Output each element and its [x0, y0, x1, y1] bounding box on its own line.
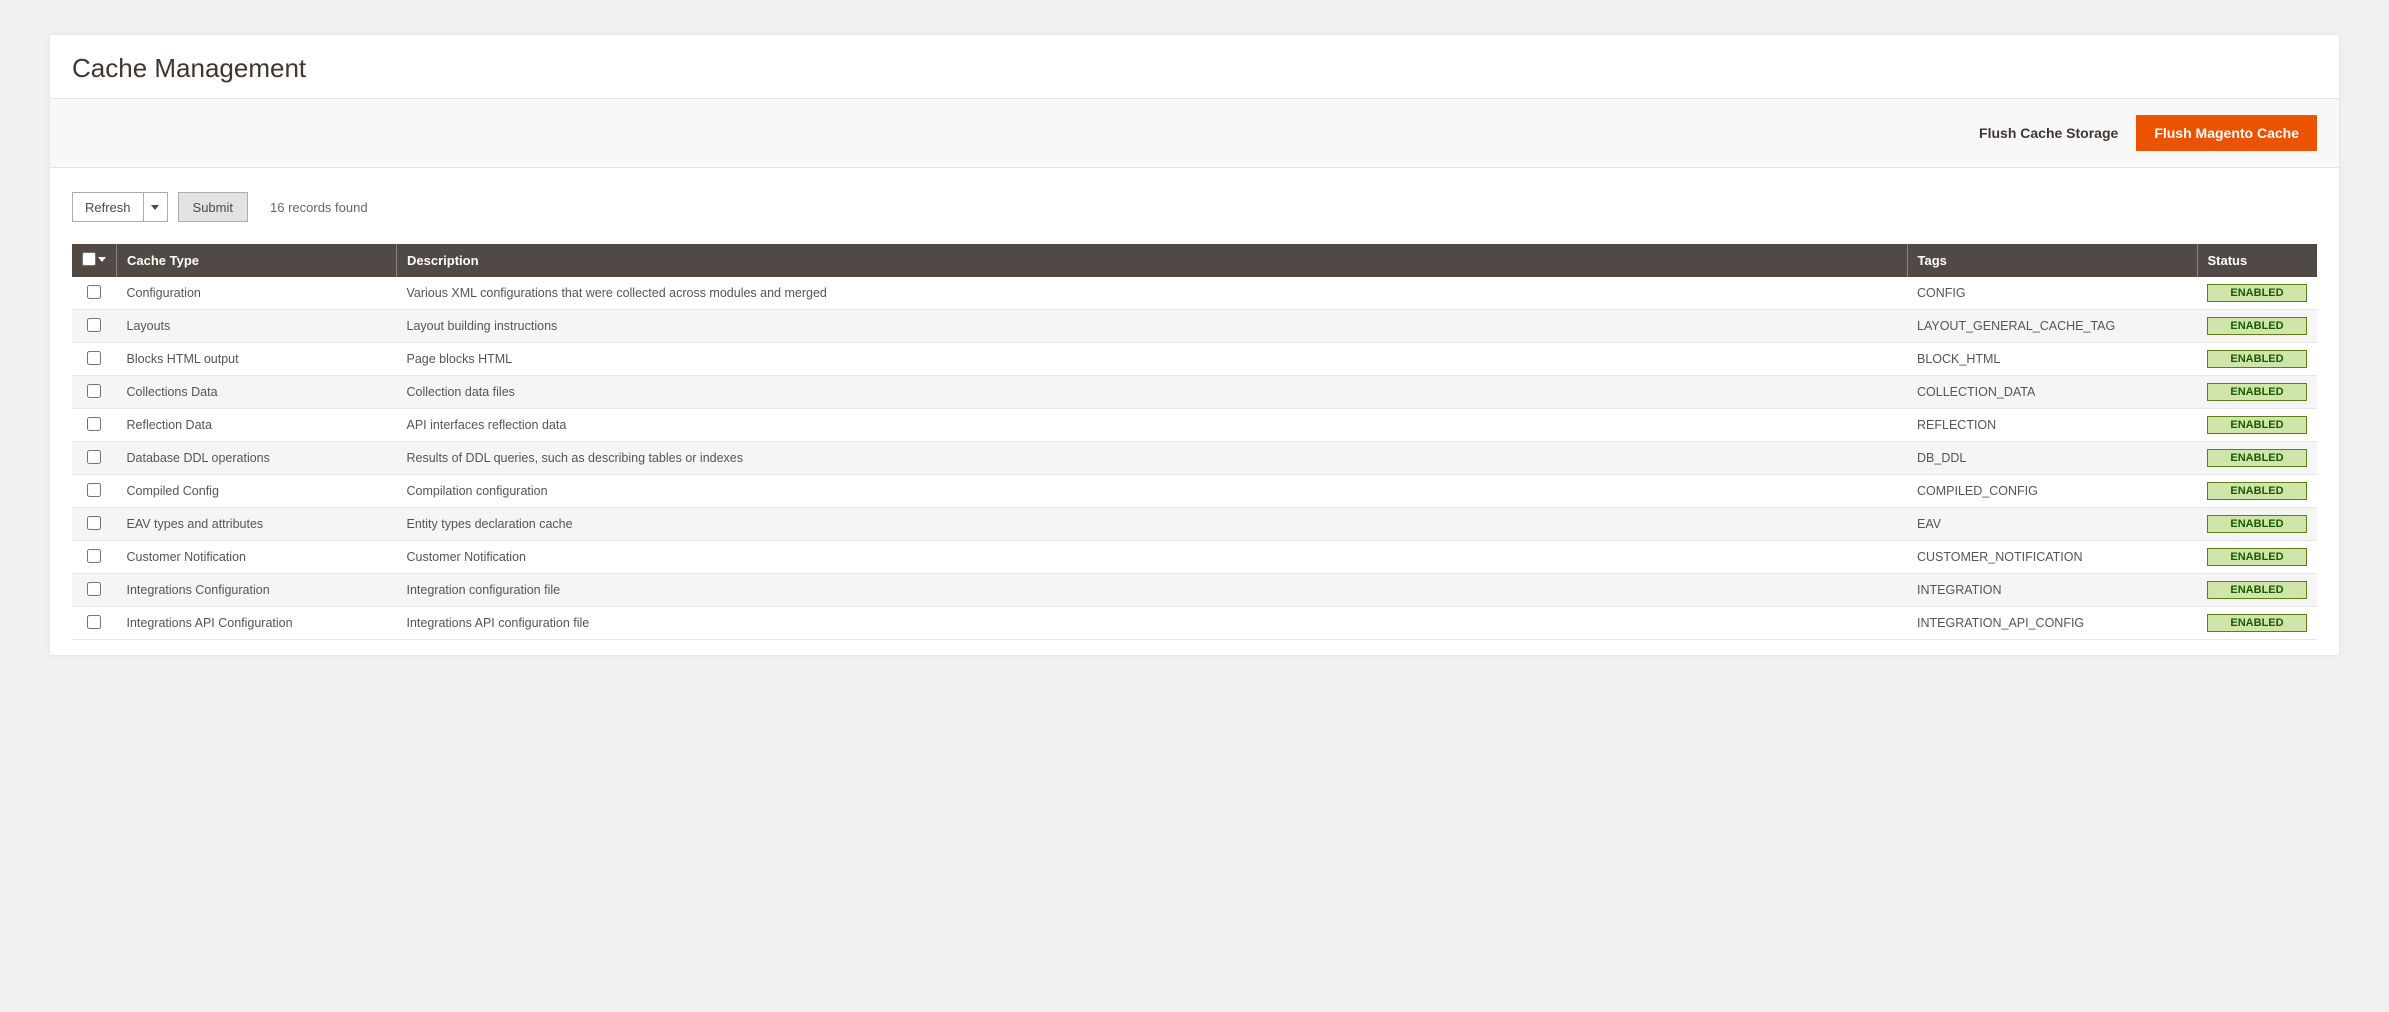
- status-badge: ENABLED: [2207, 548, 2307, 566]
- status-badge: ENABLED: [2207, 449, 2307, 467]
- cell-cache-type: Compiled Config: [117, 475, 397, 508]
- table-row: Collections DataCollection data filesCOL…: [72, 376, 2317, 409]
- table-row: Database DDL operationsResults of DDL qu…: [72, 442, 2317, 475]
- status-badge: ENABLED: [2207, 482, 2307, 500]
- header-tags[interactable]: Tags: [1907, 244, 2197, 277]
- cache-grid: Cache Type Description Tags Status Confi…: [72, 244, 2317, 640]
- page-title: Cache Management: [50, 35, 2339, 98]
- mass-action-value[interactable]: Refresh: [72, 192, 144, 222]
- row-checkbox[interactable]: [87, 417, 101, 431]
- header-checkbox-col: [72, 244, 117, 277]
- cell-cache-type: Customer Notification: [117, 541, 397, 574]
- cell-cache-type: Integrations API Configuration: [117, 607, 397, 640]
- row-checkbox[interactable]: [87, 483, 101, 497]
- cell-description: Compilation configuration: [397, 475, 1908, 508]
- cell-description: Various XML configurations that were col…: [397, 277, 1908, 310]
- status-badge: ENABLED: [2207, 350, 2307, 368]
- table-row: EAV types and attributesEntity types dec…: [72, 508, 2317, 541]
- flush-cache-storage-button[interactable]: Flush Cache Storage: [1979, 125, 2118, 141]
- page-card: Cache Management Flush Cache Storage Flu…: [50, 35, 2339, 655]
- cell-tags: REFLECTION: [1907, 409, 2197, 442]
- cell-status: ENABLED: [2197, 574, 2317, 607]
- cell-status: ENABLED: [2197, 376, 2317, 409]
- cell-status: ENABLED: [2197, 409, 2317, 442]
- status-badge: ENABLED: [2207, 284, 2307, 302]
- status-badge: ENABLED: [2207, 317, 2307, 335]
- cell-status: ENABLED: [2197, 475, 2317, 508]
- row-checkbox[interactable]: [87, 285, 101, 299]
- cell-description: Integration configuration file: [397, 574, 1908, 607]
- cell-description: Integrations API configuration file: [397, 607, 1908, 640]
- table-row: Integrations ConfigurationIntegration co…: [72, 574, 2317, 607]
- row-checkbox[interactable]: [87, 615, 101, 629]
- select-all-checkbox[interactable]: [82, 252, 96, 266]
- table-row: Integrations API ConfigurationIntegratio…: [72, 607, 2317, 640]
- cell-tags: LAYOUT_GENERAL_CACHE_TAG: [1907, 310, 2197, 343]
- cell-tags: INTEGRATION_API_CONFIG: [1907, 607, 2197, 640]
- chevron-down-icon[interactable]: [144, 192, 168, 222]
- cell-status: ENABLED: [2197, 508, 2317, 541]
- cell-status: ENABLED: [2197, 310, 2317, 343]
- cell-status: ENABLED: [2197, 541, 2317, 574]
- cell-cache-type: EAV types and attributes: [117, 508, 397, 541]
- table-row: Customer NotificationCustomer Notificati…: [72, 541, 2317, 574]
- chevron-down-icon[interactable]: [98, 257, 106, 262]
- cell-cache-type: Configuration: [117, 277, 397, 310]
- cell-tags: EAV: [1907, 508, 2197, 541]
- status-badge: ENABLED: [2207, 581, 2307, 599]
- row-checkbox[interactable]: [87, 516, 101, 530]
- cell-description: Entity types declaration cache: [397, 508, 1908, 541]
- table-row: LayoutsLayout building instructionsLAYOU…: [72, 310, 2317, 343]
- header-status[interactable]: Status: [2197, 244, 2317, 277]
- flush-magento-cache-button[interactable]: Flush Magento Cache: [2136, 115, 2317, 151]
- status-badge: ENABLED: [2207, 383, 2307, 401]
- cell-tags: CUSTOMER_NOTIFICATION: [1907, 541, 2197, 574]
- cell-cache-type: Database DDL operations: [117, 442, 397, 475]
- action-bar: Flush Cache Storage Flush Magento Cache: [50, 98, 2339, 168]
- table-row: Blocks HTML outputPage blocks HTMLBLOCK_…: [72, 343, 2317, 376]
- row-checkbox[interactable]: [87, 582, 101, 596]
- records-found-label: 16 records found: [270, 200, 368, 215]
- row-checkbox[interactable]: [87, 351, 101, 365]
- cell-cache-type: Layouts: [117, 310, 397, 343]
- cell-status: ENABLED: [2197, 343, 2317, 376]
- cell-cache-type: Integrations Configuration: [117, 574, 397, 607]
- cell-description: Collection data files: [397, 376, 1908, 409]
- table-row: Compiled ConfigCompilation configuration…: [72, 475, 2317, 508]
- cell-status: ENABLED: [2197, 277, 2317, 310]
- cell-tags: COMPILED_CONFIG: [1907, 475, 2197, 508]
- cell-tags: CONFIG: [1907, 277, 2197, 310]
- cell-description: API interfaces reflection data: [397, 409, 1908, 442]
- cell-status: ENABLED: [2197, 607, 2317, 640]
- header-cache-type[interactable]: Cache Type: [117, 244, 397, 277]
- cell-cache-type: Collections Data: [117, 376, 397, 409]
- mass-action-select[interactable]: Refresh: [72, 192, 168, 222]
- table-row: ConfigurationVarious XML configurations …: [72, 277, 2317, 310]
- cell-tags: COLLECTION_DATA: [1907, 376, 2197, 409]
- cell-tags: DB_DDL: [1907, 442, 2197, 475]
- status-badge: ENABLED: [2207, 614, 2307, 632]
- cell-description: Page blocks HTML: [397, 343, 1908, 376]
- status-badge: ENABLED: [2207, 416, 2307, 434]
- cell-cache-type: Reflection Data: [117, 409, 397, 442]
- row-checkbox[interactable]: [87, 549, 101, 563]
- status-badge: ENABLED: [2207, 515, 2307, 533]
- cell-description: Results of DDL queries, such as describi…: [397, 442, 1908, 475]
- row-checkbox[interactable]: [87, 450, 101, 464]
- cell-tags: BLOCK_HTML: [1907, 343, 2197, 376]
- row-checkbox[interactable]: [87, 318, 101, 332]
- row-checkbox[interactable]: [87, 384, 101, 398]
- cell-description: Customer Notification: [397, 541, 1908, 574]
- table-row: Reflection DataAPI interfaces reflection…: [72, 409, 2317, 442]
- grid-toolbar: Refresh Submit 16 records found: [50, 168, 2339, 236]
- submit-button[interactable]: Submit: [178, 192, 248, 222]
- header-description[interactable]: Description: [397, 244, 1908, 277]
- cell-tags: INTEGRATION: [1907, 574, 2197, 607]
- cell-cache-type: Blocks HTML output: [117, 343, 397, 376]
- cell-status: ENABLED: [2197, 442, 2317, 475]
- cell-description: Layout building instructions: [397, 310, 1908, 343]
